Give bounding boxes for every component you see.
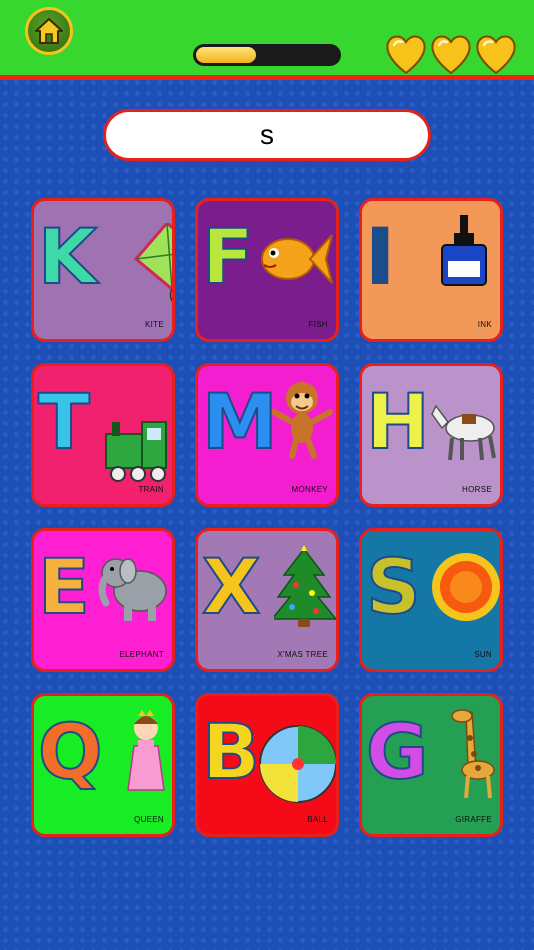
tile-letter: B: [201, 707, 261, 796]
home-button[interactable]: [25, 7, 73, 55]
ink-bottle-icon: [441, 215, 487, 286]
progress-bar: [193, 44, 341, 66]
tile-letter: I: [365, 212, 395, 301]
letter-tile[interactable]: S SUN: [359, 528, 503, 672]
letter-tile[interactable]: E ELEPHANT: [31, 528, 175, 672]
tile-letter: K: [37, 212, 98, 301]
horse-icon: [431, 404, 496, 461]
tile-word: KITE: [145, 320, 164, 329]
elephant-icon: [98, 558, 167, 621]
target-letter: s: [260, 119, 274, 150]
progress-fill: [196, 47, 256, 63]
tile-word: SUN: [474, 650, 492, 659]
heart-icon: [476, 35, 516, 75]
heart-icon: [386, 35, 426, 75]
ball-icon: [259, 725, 336, 803]
giraffe-icon: [451, 709, 495, 799]
christmas-tree-icon: [274, 545, 336, 627]
letter-tile[interactable]: I INK: [359, 198, 503, 342]
tile-word: GIRAFFE: [455, 815, 492, 824]
tile-word: HORSE: [462, 485, 492, 494]
tile-letter: T: [37, 377, 91, 466]
tile-letter: G: [365, 707, 429, 796]
letter-tile[interactable]: F FISH: [195, 198, 339, 342]
tile-letter: X: [201, 542, 262, 631]
tile-word: ELEPHANT: [119, 650, 164, 659]
letter-tile[interactable]: T TRAIN: [31, 363, 175, 507]
letter-tile[interactable]: B BALL: [195, 693, 339, 837]
tile-letter: S: [365, 542, 422, 631]
tile-letter: F: [201, 212, 255, 301]
letter-tile[interactable]: G GIRAFFE: [359, 693, 503, 837]
top-bar: [0, 0, 534, 80]
tile-word: MONKEY: [291, 485, 328, 494]
target-letter-display: s: [103, 109, 431, 161]
heart-icon: [431, 35, 471, 75]
tile-letter: H: [365, 377, 431, 466]
tile-word: FISH: [308, 320, 328, 329]
queen-icon: [127, 710, 165, 791]
tile-word: TRAIN: [138, 485, 164, 494]
tile-word: INK: [477, 320, 492, 329]
kite-icon: [133, 223, 172, 302]
tile-letter: Q: [37, 707, 104, 796]
letter-tile[interactable]: M MONKEY: [195, 363, 339, 507]
house-icon: [35, 18, 63, 44]
letter-tile[interactable]: K KITE: [31, 198, 175, 342]
train-icon: [105, 421, 167, 482]
tile-word: QUEEN: [134, 815, 164, 824]
monkey-icon: [271, 382, 333, 459]
tile-word: X'MAS TREE: [277, 650, 328, 659]
letter-tile[interactable]: Q QUEEN: [31, 693, 175, 837]
letter-tile[interactable]: X X'MAS TREE: [195, 528, 339, 672]
tile-letter: E: [37, 542, 91, 631]
tile-letter: M: [201, 377, 279, 466]
tile-word: BALL: [307, 815, 328, 824]
letter-tile[interactable]: H HORSE: [359, 363, 503, 507]
sun-icon: [432, 553, 500, 621]
lives-hearts: [384, 33, 518, 75]
fish-icon: [261, 234, 333, 284]
